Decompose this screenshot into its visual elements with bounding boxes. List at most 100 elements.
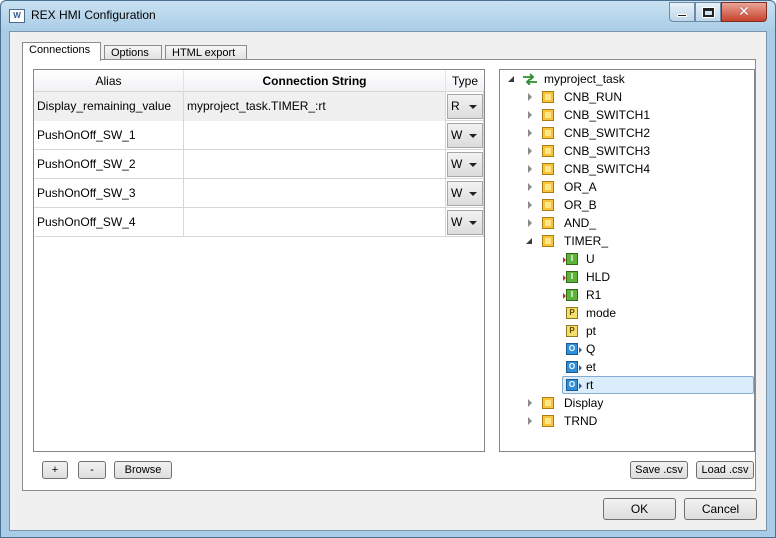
chevron-down-icon: [469, 192, 477, 196]
tree-pin-node[interactable]: P pt: [566, 322, 752, 340]
dialog-client-area: Connections Options HTML export Alias Co…: [9, 31, 767, 531]
table-row[interactable]: PushOnOff_SW_4 W: [34, 208, 484, 237]
type-select-value: R: [451, 99, 460, 113]
tree-pin-label: R1: [586, 288, 602, 302]
close-icon: ✕: [738, 4, 750, 20]
tab-connections[interactable]: Connections: [22, 42, 101, 61]
tree-node-block[interactable]: CNB_SWITCH2: [524, 124, 750, 142]
table-row[interactable]: PushOnOff_SW_1 W: [34, 121, 484, 150]
function-block-icon: [542, 217, 554, 229]
tree-pin-node[interactable]: P mode: [566, 304, 752, 322]
type-select[interactable]: W: [447, 152, 483, 177]
tree-node-block[interactable]: CNB_SWITCH1: [524, 106, 750, 124]
alias-cell[interactable]: PushOnOff_SW_2: [34, 150, 184, 179]
column-header-connection-string[interactable]: Connection String: [184, 70, 446, 92]
tree-node-label: CNB_SWITCH4: [564, 162, 651, 176]
function-block-icon: [542, 199, 554, 211]
tree-node-label: OR_A: [564, 180, 597, 194]
column-header-type[interactable]: Type: [446, 70, 484, 92]
title-bar[interactable]: W REX HMI Configuration ✕: [1, 1, 775, 31]
tree-node-block[interactable]: CNB_RUN: [524, 88, 750, 106]
tree-node-block[interactable]: CNB_SWITCH3: [524, 142, 750, 160]
type-select-value: W: [451, 215, 463, 229]
tree-node-block[interactable]: CNB_SWITCH4: [524, 160, 750, 178]
function-block-icon: [542, 91, 554, 103]
tree-root-label: myproject_task: [544, 72, 625, 86]
expand-icon[interactable]: [528, 417, 532, 425]
window-title: REX HMI Configuration: [31, 8, 156, 22]
tree-node-block[interactable]: OR_B: [524, 196, 750, 214]
expand-icon[interactable]: [528, 129, 532, 137]
maximize-button[interactable]: [695, 2, 721, 22]
type-select-value: W: [451, 186, 463, 200]
close-button[interactable]: ✕: [721, 2, 767, 22]
add-row-button[interactable]: +: [42, 461, 68, 479]
type-cell: W: [446, 121, 484, 150]
function-block-icon: [542, 181, 554, 193]
tree-node-block[interactable]: TRND: [524, 412, 750, 430]
task-icon: [523, 73, 537, 85]
expand-icon[interactable]: [528, 219, 532, 227]
expand-icon[interactable]: [528, 147, 532, 155]
table-row[interactable]: PushOnOff_SW_3 W: [34, 179, 484, 208]
connection-string-cell[interactable]: [184, 179, 446, 208]
type-select[interactable]: W: [447, 123, 483, 148]
chevron-down-icon: [469, 163, 477, 167]
tree-node-label: OR_B: [564, 198, 597, 212]
block-tree: myproject_task CNB_RUN CNB_SWITCH1 CNB_S…: [499, 69, 755, 452]
tree-node-block[interactable]: Display: [524, 394, 750, 412]
expand-icon[interactable]: [528, 165, 532, 173]
save-csv-button[interactable]: Save .csv: [630, 461, 688, 479]
type-cell: W: [446, 179, 484, 208]
function-block-icon: [542, 127, 554, 139]
type-select-value: W: [451, 128, 463, 142]
tree-node-timer-block[interactable]: TIMER_: [524, 232, 750, 250]
expand-icon[interactable]: [528, 201, 532, 209]
collapse-icon[interactable]: [526, 238, 532, 244]
browse-button[interactable]: Browse: [114, 461, 172, 479]
tree-pin-node[interactable]: O Q: [566, 340, 752, 358]
tree-node-label: CNB_SWITCH1: [564, 108, 651, 122]
alias-cell[interactable]: PushOnOff_SW_3: [34, 179, 184, 208]
type-select[interactable]: W: [447, 181, 483, 206]
load-csv-button[interactable]: Load .csv: [696, 461, 754, 479]
cancel-button[interactable]: Cancel: [684, 498, 757, 520]
chevron-down-icon: [469, 221, 477, 225]
tree-pin-node-selected[interactable]: O rt: [566, 376, 752, 394]
connection-string-cell[interactable]: myproject_task.TIMER_:rt: [184, 92, 446, 121]
function-block-icon: [542, 145, 554, 157]
table-row[interactable]: PushOnOff_SW_2 W: [34, 150, 484, 179]
collapse-icon[interactable]: [508, 76, 514, 82]
expand-icon[interactable]: [528, 399, 532, 407]
tree-node-block[interactable]: OR_A: [524, 178, 750, 196]
type-select[interactable]: R: [447, 94, 483, 119]
remove-row-button[interactable]: -: [78, 461, 106, 479]
tree-pin-node[interactable]: O et: [566, 358, 752, 376]
tree-pin-node[interactable]: I R1: [563, 286, 752, 304]
function-block-icon: [542, 415, 554, 427]
expand-icon[interactable]: [528, 183, 532, 191]
maximize-icon: [702, 7, 714, 17]
tree-node-block[interactable]: AND_: [524, 214, 750, 232]
alias-cell[interactable]: PushOnOff_SW_1: [34, 121, 184, 150]
type-select[interactable]: W: [447, 210, 483, 235]
alias-cell[interactable]: PushOnOff_SW_4: [34, 208, 184, 237]
column-header-alias[interactable]: Alias: [34, 70, 184, 92]
connection-string-cell[interactable]: [184, 121, 446, 150]
connection-string-cell[interactable]: [184, 208, 446, 237]
expand-icon[interactable]: [528, 93, 532, 101]
expand-icon[interactable]: [528, 111, 532, 119]
type-cell: R: [446, 92, 484, 121]
ok-button[interactable]: OK: [603, 498, 676, 520]
function-block-icon: [542, 109, 554, 121]
minimize-icon: [677, 13, 687, 17]
tree-pin-node[interactable]: I HLD: [563, 268, 752, 286]
tree-pin-node[interactable]: I U: [563, 250, 752, 268]
minimize-button[interactable]: [669, 2, 695, 22]
tree-node-label: CNB_RUN: [564, 90, 623, 104]
alias-cell[interactable]: Display_remaining_value: [34, 92, 184, 121]
tree-root-node[interactable]: myproject_task: [506, 70, 752, 88]
connection-string-cell[interactable]: [184, 150, 446, 179]
table-row[interactable]: Display_remaining_value myproject_task.T…: [34, 92, 484, 121]
connections-panel: Alias Connection String Type Display_rem…: [22, 59, 756, 491]
